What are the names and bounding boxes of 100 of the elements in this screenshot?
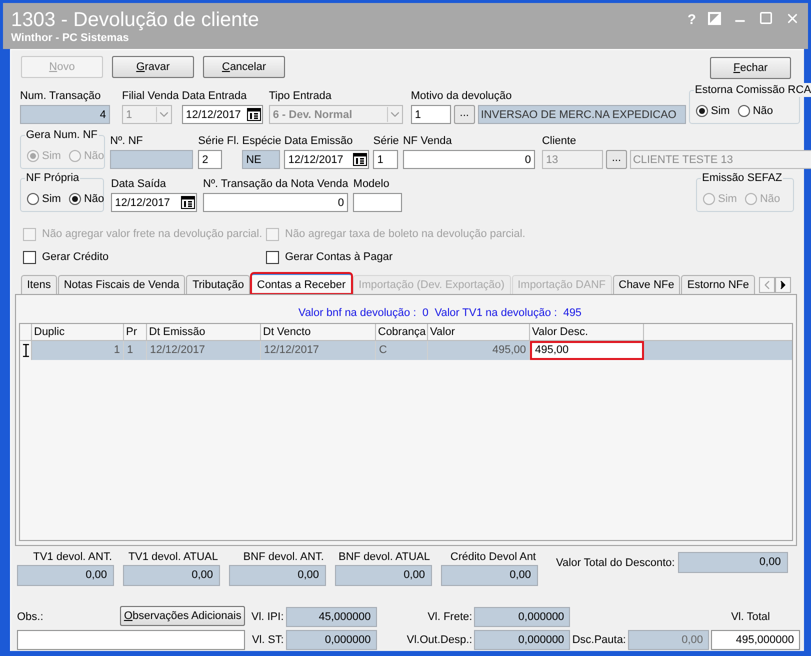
column-header[interactable]: Valor — [428, 324, 530, 340]
column-header[interactable]: Duplic — [32, 324, 124, 340]
input-field[interactable]: 0,00 — [441, 565, 538, 586]
tab[interactable]: Notas Fiscais de Venda — [58, 275, 186, 294]
input-field[interactable]: 0 — [203, 193, 348, 212]
obs-field[interactable] — [17, 630, 246, 650]
field-label: NF Venda — [402, 134, 453, 148]
column-header[interactable]: Valor Desc. — [530, 324, 644, 340]
input-field[interactable]: 0,00 — [123, 565, 220, 586]
description-field: CLIENTE TESTE 13 — [630, 150, 811, 170]
input-field[interactable]: 1 — [410, 105, 451, 124]
input-field[interactable]: 0,000000 — [474, 630, 570, 650]
field-label: Motivo da devolução — [410, 89, 513, 104]
group-title: Estorna Comissão RCA — [694, 83, 811, 98]
input-field[interactable] — [353, 193, 402, 212]
checkbox[interactable] — [23, 250, 36, 264]
dropdown-arrow-icon — [156, 107, 171, 122]
close-button[interactable]: Fechar — [710, 57, 791, 80]
field-label: TV1 devol. ANT. — [33, 550, 113, 564]
field-label: Crédito Devol Ant — [450, 550, 537, 564]
date-field[interactable]: 12/12/2017 — [111, 193, 197, 212]
input-field[interactable]: 0,00 — [628, 630, 709, 650]
input-field[interactable]: 45,000000 — [286, 607, 377, 628]
field-label: Vl. Total — [731, 610, 770, 624]
checkbox-label: Gerar Crédito — [42, 250, 109, 265]
date-field[interactable]: 12/12/2017 — [284, 150, 370, 170]
tab[interactable]: Estorno NFe — [681, 275, 756, 294]
field-label: Vl. IPI: — [251, 610, 284, 624]
radio-button[interactable] — [696, 105, 708, 117]
maximize-icon[interactable] — [759, 11, 773, 25]
field-label: Tipo Entrada — [268, 89, 332, 104]
total-field[interactable]: 495,000000 — [711, 630, 800, 650]
table-cell: 12/12/2017 — [147, 340, 261, 360]
column-header[interactable]: Dt Vencto — [261, 324, 376, 340]
field-label: Vl. Frete: — [426, 610, 472, 624]
field-label: Espécie — [242, 134, 282, 148]
input-field[interactable]: 0,000000 — [474, 607, 570, 628]
field-label: Nº. Transação da Nota Venda — [203, 177, 348, 192]
field-label: Filial Venda — [122, 89, 179, 104]
field-label: Modelo — [353, 177, 390, 192]
input-field[interactable]: 0,000000 — [286, 630, 377, 650]
field-label: Série Fl. — [198, 134, 240, 148]
input-field[interactable]: 2 — [198, 150, 222, 170]
field-label: Num. Transação — [20, 89, 102, 104]
close-icon[interactable] — [785, 11, 800, 26]
input-field[interactable]: 1 — [373, 150, 398, 170]
calendar-icon — [353, 153, 368, 166]
tab[interactable]: Chave NFe — [612, 275, 680, 294]
toolbar-button[interactable]: Gravar — [112, 56, 194, 78]
field-label: Vl. ST: — [251, 633, 284, 648]
field-label: BNF devol. ATUAL — [338, 550, 431, 564]
checkbox[interactable] — [266, 250, 279, 264]
field-label: Data Entrada — [182, 89, 248, 104]
input-field[interactable] — [110, 150, 194, 170]
tab[interactable]: Tributação — [186, 275, 250, 294]
calendar-icon — [181, 196, 195, 210]
tab[interactable]: Contas a Receber — [251, 273, 352, 294]
table-cell: 1 — [32, 340, 124, 360]
dropdown-arrow-icon — [386, 107, 402, 122]
field-label: Valor Total do Desconto: — [556, 556, 675, 570]
table-cell: C — [376, 340, 428, 360]
restore-icon[interactable] — [708, 12, 721, 25]
column-header[interactable]: Dt Emissão — [147, 324, 261, 340]
radio-button[interactable] — [27, 193, 39, 205]
editing-cell[interactable]: 495,00 — [530, 340, 644, 360]
radio-button[interactable] — [738, 105, 750, 117]
tab[interactable]: Itens — [21, 275, 57, 294]
additional-notes-button[interactable]: Observações Adicionais — [120, 606, 246, 626]
column-header[interactable]: Cobrança — [376, 324, 428, 340]
field-label: Série — [373, 134, 399, 148]
column-header[interactable]: Pr — [124, 324, 147, 340]
lookup-button[interactable]: ... — [454, 105, 475, 124]
input-field[interactable]: 0,00 — [335, 565, 432, 586]
field-label: Cliente — [542, 134, 578, 148]
text-cursor-icon — [22, 344, 28, 357]
radio-label: Não — [752, 104, 774, 119]
input-field[interactable]: 0,00 — [678, 552, 788, 574]
radio-label: Sim — [42, 192, 61, 207]
window-title: 1303 - Devolução de cliente — [11, 9, 259, 31]
checkbox-label: Gerar Contas à Pagar — [285, 250, 393, 265]
input-field[interactable]: 4 — [20, 105, 110, 124]
input-field[interactable]: 0,00 — [229, 565, 326, 586]
group-title: NF Própria — [25, 171, 80, 186]
scroll-right-icon[interactable] — [775, 277, 792, 294]
radio-button[interactable] — [68, 193, 81, 205]
radio-label: Sim — [42, 148, 61, 164]
radio-label: Não — [84, 192, 104, 207]
input-field[interactable]: 0 — [402, 150, 535, 170]
table-cell: 12/12/2017 — [261, 340, 376, 360]
radio-label: Sim — [710, 104, 730, 119]
table-row[interactable]: 1 1 12/12/2017 12/12/2017 C 495,00 495,00 — [20, 340, 792, 360]
input-field[interactable]: NE — [242, 150, 280, 170]
description-field: INVERSAO DE MERC.NA EXPEDICAO — [478, 105, 686, 124]
input-field[interactable]: 0,00 — [17, 565, 114, 586]
field-label: Data Saída — [111, 177, 168, 192]
toolbar-button[interactable]: Cancelar — [203, 56, 285, 78]
date-field[interactable]: 12/12/2017 — [182, 105, 263, 124]
window-subtitle: Winthor - PC Sistemas — [11, 31, 130, 45]
radio-label: Não — [84, 148, 104, 164]
field-label: TV1 devol. ATUAL — [128, 550, 219, 564]
